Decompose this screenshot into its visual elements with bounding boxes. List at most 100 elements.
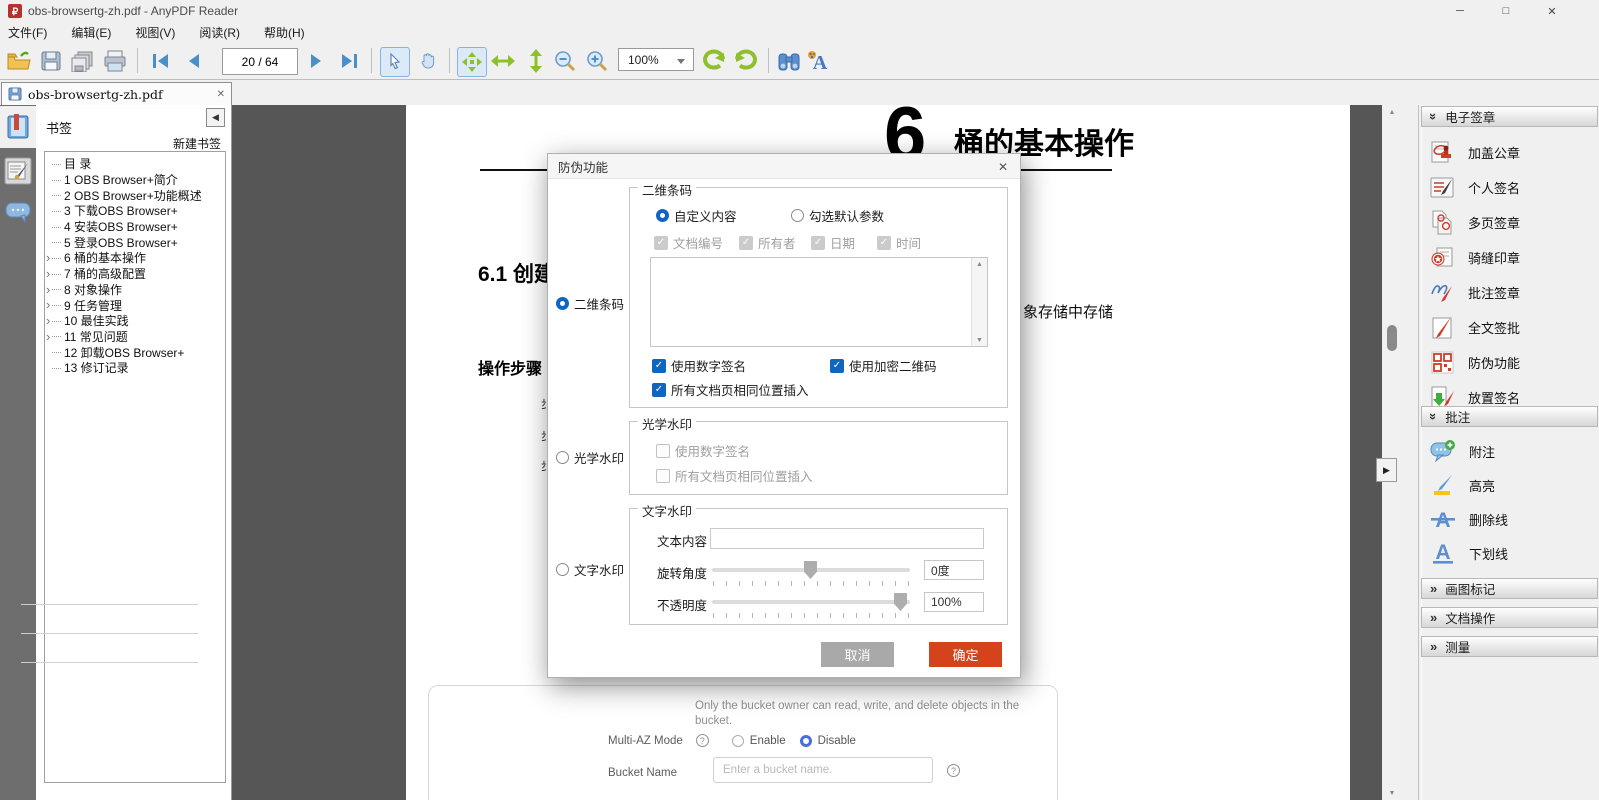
bookmark-item[interactable]: 目 录 xyxy=(45,156,225,172)
bookmark-item[interactable]: ›6 桶的基本操作 xyxy=(45,250,225,266)
batch-save-button[interactable] xyxy=(68,47,96,75)
select-tool-button[interactable] xyxy=(380,47,410,77)
search-button[interactable] xyxy=(775,47,803,75)
bookmark-item[interactable]: 1 OBS Browser+简介 xyxy=(45,172,225,188)
expand-right-panel-button[interactable]: ▶ xyxy=(1376,458,1397,482)
menu-item-file[interactable]: 文件(F) xyxy=(8,24,47,41)
bookmark-item[interactable]: ›9 任务管理 xyxy=(45,297,225,313)
use-digital-signature-checkbox[interactable]: 使用数字签名 xyxy=(652,356,746,375)
scroll-down-icon[interactable]: ▼ xyxy=(972,334,987,346)
opacity-slider-thumb[interactable] xyxy=(894,593,907,611)
hand-tool-button[interactable] xyxy=(414,47,442,75)
optical-digital-signature-checkbox: 使用数字签名 xyxy=(656,441,750,460)
bookmark-item[interactable]: 5 登录OBS Browser+ xyxy=(45,234,225,250)
menu-item-read[interactable]: 阅读(R) xyxy=(199,24,240,41)
section-header-doc-ops[interactable]: » 文档操作 xyxy=(1421,607,1598,628)
open-file-button[interactable] xyxy=(5,47,33,75)
rotation-value-field[interactable]: 0度 xyxy=(924,560,984,580)
custom-content-radio[interactable]: 自定义内容 xyxy=(656,206,737,225)
same-position-checkbox[interactable]: 所有文档页相同位置插入 xyxy=(652,380,809,399)
tool-item-annotation-seal[interactable]: 批注签章 xyxy=(1430,279,1520,305)
expand-chevron-icon[interactable]: › xyxy=(46,329,50,345)
maximize-button[interactable]: □ xyxy=(1483,0,1529,22)
menu-item-view[interactable]: 视图(V) xyxy=(135,24,175,41)
expand-chevron-icon[interactable]: › xyxy=(46,250,50,266)
menu-item-edit[interactable]: 编辑(E) xyxy=(71,24,111,41)
text-content-input[interactable] xyxy=(710,528,984,549)
first-page-button[interactable] xyxy=(147,47,175,75)
expand-chevron-icon[interactable]: › xyxy=(46,297,50,313)
bookmark-item[interactable]: 12 卸载OBS Browser+ xyxy=(45,344,225,360)
tool-item-note[interactable]: 附注 xyxy=(1430,438,1495,464)
document-tab[interactable]: obs-browsertg-zh.pdf ✕ xyxy=(1,82,232,105)
bookmarks-panel-tab[interactable] xyxy=(0,106,36,148)
new-bookmark-button[interactable]: 新建书签 xyxy=(173,135,221,152)
section-header-measure[interactable]: » 测量 xyxy=(1421,636,1598,657)
section-header-annotations[interactable]: » 批注 xyxy=(1421,406,1598,427)
tool-item-personal-signature[interactable]: 个人签名 xyxy=(1430,174,1520,200)
rotate-left-button[interactable] xyxy=(700,47,728,75)
scroll-down-icon[interactable]: ▼ xyxy=(1384,786,1400,800)
tool-item-official-seal[interactable]: 加盖公章 xyxy=(1430,139,1520,165)
collapse-panel-button[interactable]: ◀ xyxy=(206,108,225,127)
use-encrypted-qr-checkbox[interactable]: 使用加密二维码 xyxy=(830,356,937,375)
page-number-input[interactable] xyxy=(222,48,298,75)
textarea-scrollbar[interactable]: ▲ ▼ xyxy=(971,258,987,346)
save-button[interactable] xyxy=(37,47,65,75)
tool-item-multi-page-seal[interactable]: 多页签章 xyxy=(1430,209,1520,235)
zoom-level-select[interactable]: 100% xyxy=(618,48,694,71)
next-page-button[interactable] xyxy=(303,47,331,75)
rotate-right-button[interactable] xyxy=(732,47,760,75)
scroll-up-icon[interactable]: ▲ xyxy=(1384,105,1400,119)
scroll-up-icon[interactable]: ▲ xyxy=(972,258,987,270)
mode-radio-optical[interactable]: 光学水印 xyxy=(556,448,624,467)
last-page-button[interactable] xyxy=(335,47,363,75)
section-header-drawing[interactable]: » 画图标记 xyxy=(1421,578,1598,599)
tool-item-anti-counterfeit[interactable]: 防伪功能 xyxy=(1430,349,1520,375)
bookmark-item[interactable]: 2 OBS Browser+功能概述 xyxy=(45,187,225,203)
qr-content-textarea[interactable]: ▲ ▼ xyxy=(650,257,988,347)
zoom-out-button[interactable] xyxy=(551,47,579,75)
minimize-button[interactable]: ─ xyxy=(1437,0,1483,22)
expand-chevron-icon[interactable]: › xyxy=(46,313,50,329)
section-header-esign[interactable]: » 电子签章 xyxy=(1421,106,1598,127)
mode-radio-qr[interactable]: 二维条码 xyxy=(556,294,624,313)
cancel-button[interactable]: 取消 xyxy=(821,642,894,667)
menu-item-help[interactable]: 帮助(H) xyxy=(264,24,305,41)
bookmark-item[interactable]: ›11 常见问题 xyxy=(45,329,225,345)
previous-page-button[interactable] xyxy=(179,47,207,75)
bookmark-item[interactable]: ›7 桶的高级配置 xyxy=(45,266,225,282)
fit-page-button[interactable] xyxy=(457,47,487,77)
ok-button[interactable]: 确定 xyxy=(929,642,1002,667)
expand-chevron-icon[interactable]: › xyxy=(46,282,50,298)
opacity-slider-track[interactable] xyxy=(712,600,910,604)
bookmark-item[interactable]: 4 安装OBS Browser+ xyxy=(45,219,225,235)
bookmark-item[interactable]: ›8 对象操作 xyxy=(45,282,225,298)
default-params-radio[interactable]: 勾选默认参数 xyxy=(791,206,884,225)
fit-width-button[interactable] xyxy=(489,47,517,75)
font-color-button[interactable]: A xyxy=(805,47,833,75)
zoom-in-button[interactable] xyxy=(583,47,611,75)
mode-radio-text[interactable]: 文字水印 xyxy=(556,560,624,579)
fit-height-button[interactable] xyxy=(522,47,550,75)
expand-chevron-icon[interactable]: › xyxy=(46,266,50,282)
bookmark-item[interactable]: 13 修订记录 xyxy=(45,360,225,376)
tab-close-icon[interactable]: ✕ xyxy=(217,89,225,100)
dialog-close-button[interactable]: ✕ xyxy=(994,158,1012,176)
opacity-value-field[interactable]: 100% xyxy=(924,592,984,612)
page-scrollbar[interactable] xyxy=(1384,105,1400,800)
tool-item-strikethrough[interactable]: A 删除线 xyxy=(1430,506,1508,532)
signature-panel-tab[interactable] xyxy=(4,157,32,188)
comments-panel-tab[interactable] xyxy=(5,201,31,226)
print-button[interactable] xyxy=(101,47,129,75)
tool-item-full-text-sign[interactable]: 全文签批 xyxy=(1430,314,1520,340)
scrollbar-thumb[interactable] xyxy=(1387,325,1397,351)
close-button[interactable]: ✕ xyxy=(1529,0,1575,22)
rotation-slider-ticks xyxy=(713,581,909,586)
bookmark-item[interactable]: 3 下载OBS Browser+ xyxy=(45,203,225,219)
tool-item-seam-seal[interactable]: 骑缝印章 xyxy=(1430,244,1520,270)
tool-item-highlight[interactable]: 高亮 xyxy=(1430,472,1495,498)
bookmark-item[interactable]: ›10 最佳实践 xyxy=(45,313,225,329)
tool-item-underline[interactable]: A 下划线 xyxy=(1430,540,1508,566)
rotation-slider-thumb[interactable] xyxy=(804,561,817,579)
